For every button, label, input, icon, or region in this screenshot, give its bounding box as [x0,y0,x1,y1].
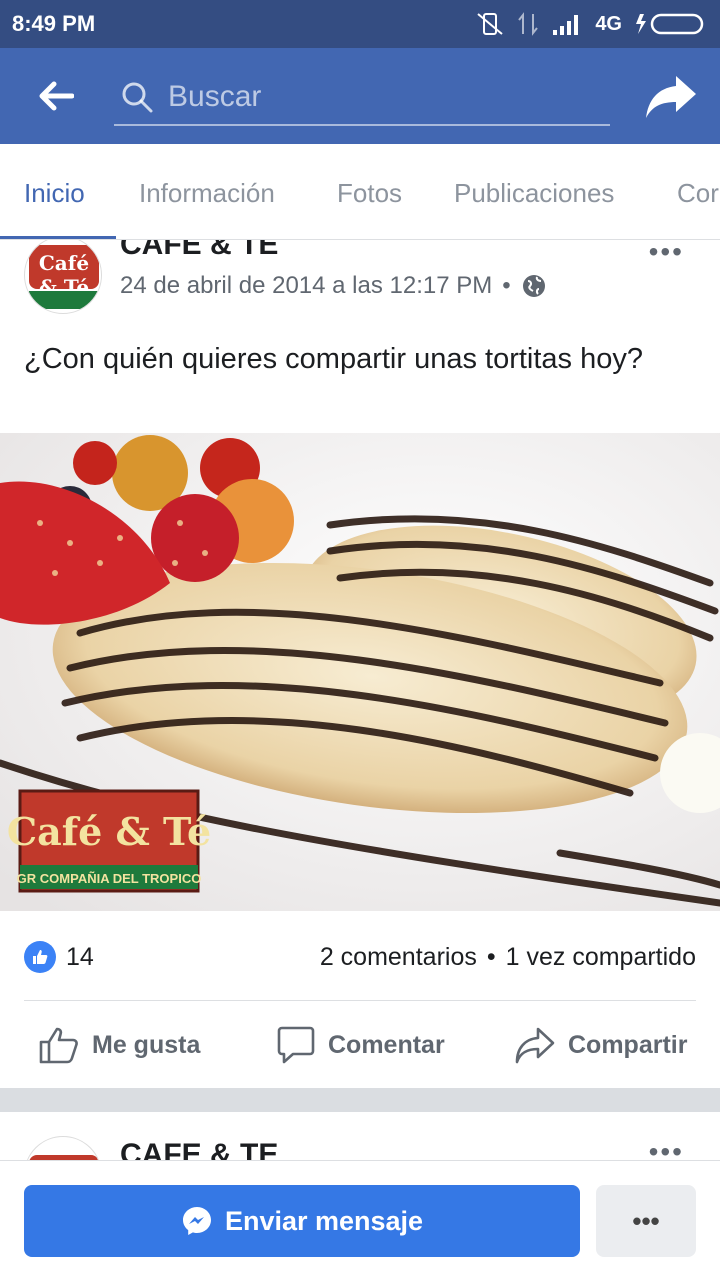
tab-publicaciones[interactable]: Publicaciones [454,144,614,239]
messenger-icon [182,1207,211,1235]
status-time: 8:49 PM [12,11,96,36]
tab-more[interactable]: Cor [677,144,719,239]
data-arrows-icon [518,12,539,36]
share-label: Compartir [568,1030,688,1059]
feed-separator [0,1088,720,1112]
post-timestamp[interactable]: 24 de abril de 2014 a las 12:17 PM • [120,272,547,300]
app-bar [0,48,720,144]
search-icon [122,82,153,113]
timestamp-text: 24 de abril de 2014 a las 12:17 PM [120,272,493,299]
post-card: Café & Té CAFE & TE ••• 24 de abril de 2… [0,240,720,1088]
send-message-button[interactable]: Enviar mensaje [24,1185,580,1257]
comment-count[interactable]: 2 comentarios [320,943,477,972]
pancakes-photo: Café & Té GR COMPAÑIA DEL TROPICO [0,433,720,911]
reactions-row: 14 2 comentarios • 1 vez compartido [24,938,696,976]
tab-informacion[interactable]: Información [139,144,275,239]
avatar[interactable]: Café & Té [24,240,102,314]
battery-icon [636,13,704,35]
share-count[interactable]: 1 vez compartido [506,943,696,972]
photo-logo-subtitle: GR COMPAÑIA DEL TROPICO [17,871,202,886]
status-bar: 8:49 PM 4G [0,0,720,48]
engagement-stats: 2 comentarios • 1 vez compartido [320,943,696,972]
comment-bubble-icon [277,1026,315,1064]
avatar-logo: Café & Té [29,245,99,299]
globe-icon [522,275,545,297]
page-name[interactable]: CAFE & TE [120,240,278,262]
more-options-button[interactable]: ••• [596,1185,696,1257]
thumb-icon [33,950,48,964]
stats-separator: • [486,942,496,971]
share-icon [515,1027,555,1064]
avatar-logo-band [29,291,99,309]
comment-label: Comentar [328,1030,445,1059]
signal-icon [553,15,579,35]
tab-inicio[interactable]: Inicio [24,144,85,239]
like-reaction-icon[interactable] [24,941,56,973]
bottom-action-bar: Enviar mensaje ••• [0,1160,720,1280]
like-count[interactable]: 14 [66,943,94,972]
like-thumb-icon [39,1027,78,1064]
share-button[interactable]: Compartir [514,1022,687,1068]
back-button[interactable] [0,48,112,144]
vibrate-off-icon [477,13,503,35]
search-box[interactable] [114,70,610,126]
tab-fotos[interactable]: Fotos [337,144,402,239]
back-arrow-icon [39,81,74,111]
divider [24,1000,696,1001]
comment-button[interactable]: Comentar [276,1022,445,1068]
page-tabs: Inicio Información Fotos Publicaciones C… [0,144,720,240]
photo-logo: Café & Té GR COMPAÑIA DEL TROPICO [7,789,211,893]
search-input[interactable] [168,80,568,114]
post-text: ¿Con quién quieres compartir unas tortit… [24,343,643,375]
photo-logo-title: Café & Té [7,809,211,854]
post-photo[interactable]: Café & Té GR COMPAÑIA DEL TROPICO [0,433,720,911]
timestamp-separator: • [502,272,511,299]
like-label: Me gusta [92,1030,201,1059]
status-icons: 4G [475,11,708,37]
post-more-button[interactable]: ••• [649,240,684,268]
send-message-label: Enviar mensaje [224,1205,424,1236]
share-arrow-icon[interactable] [644,72,698,122]
more-icon: ••• [632,1205,660,1236]
like-button[interactable]: Me gusta [38,1022,200,1068]
network-type: 4G [595,12,622,35]
